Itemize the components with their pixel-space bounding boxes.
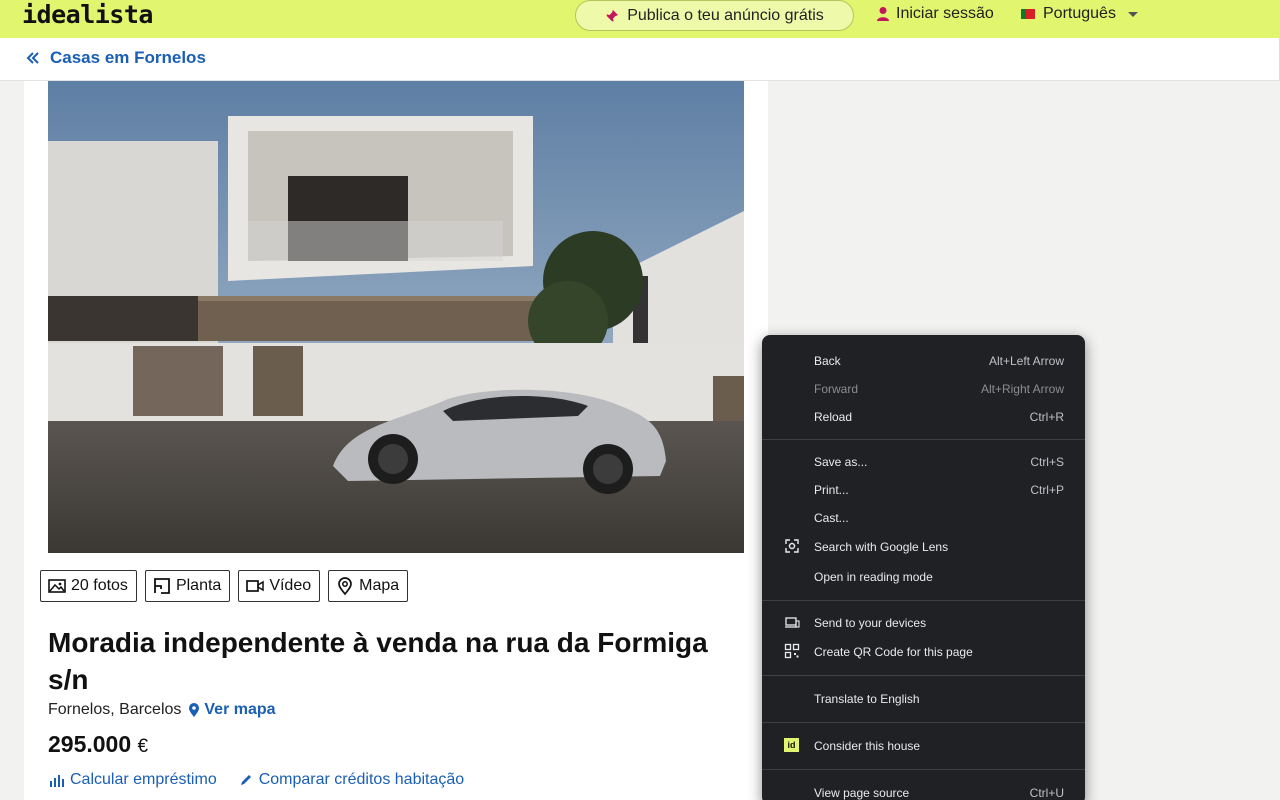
compare-credits-label: Comparar créditos habitação <box>258 771 465 788</box>
loan-calculator-label: Calcular empréstimo <box>70 771 217 788</box>
listing-title: Moradia independente à venda na rua da F… <box>48 627 708 695</box>
menu-item-cast[interactable]: Cast... <box>762 504 1085 532</box>
pencil-icon <box>240 775 251 785</box>
listing-location: Fornelos, Barcelos Ver mapa <box>48 701 276 719</box>
map-tab[interactable]: Mapa <box>328 570 409 602</box>
idealista-extension-icon: id <box>784 738 799 752</box>
menu-separator <box>762 722 1085 723</box>
floorplan-icon <box>154 578 170 594</box>
browser-context-menu: Back Alt+Left Arrow Forward Alt+Right Ar… <box>762 335 1085 800</box>
menu-item-reload[interactable]: Reload Ctrl+R <box>762 403 1085 431</box>
user-icon <box>877 7 889 21</box>
menu-item-translate[interactable]: Translate to English <box>762 684 1085 714</box>
login-button[interactable]: Iniciar sessão <box>876 5 994 23</box>
portugal-flag-icon <box>1021 9 1035 19</box>
double-chevron-left-icon <box>26 52 39 64</box>
top-navigation-bar: idealista Publica o teu anúncio grátis I… <box>0 0 1280 38</box>
menu-item-create-qr[interactable]: Create QR Code for this page <box>762 637 1085 667</box>
listing-price: 295.000 € <box>48 731 148 758</box>
loan-calculator-link[interactable]: Calcular empréstimo <box>48 771 217 789</box>
floorplan-tab[interactable]: Planta <box>144 570 231 602</box>
menu-item-back[interactable]: Back Alt+Left Arrow <box>762 347 1085 375</box>
location-text: Fornelos, Barcelos <box>48 701 182 718</box>
login-label: Iniciar sessão <box>896 5 994 22</box>
publish-ad-label: Publica o teu anúncio grátis <box>627 6 824 24</box>
floorplan-tab-label: Planta <box>175 577 222 594</box>
video-tab[interactable]: Vídeo <box>238 570 321 602</box>
video-tab-label: Vídeo <box>269 577 312 594</box>
menu-item-send-to-devices[interactable]: Send to your devices <box>762 609 1085 637</box>
photos-tab-label: 20 fotos <box>71 577 128 594</box>
price-currency: € <box>137 736 149 757</box>
language-selector[interactable]: Português <box>1021 5 1138 23</box>
menu-item-view-source[interactable]: View page source Ctrl+U <box>762 778 1085 800</box>
finance-links: Calcular empréstimo Comparar créditos ha… <box>48 771 464 789</box>
language-label: Português <box>1043 5 1116 22</box>
media-tabs: 20 fotos Planta Vídeo Mapa <box>40 570 409 602</box>
location-pin-icon <box>189 703 200 717</box>
view-map-link[interactable]: Ver mapa <box>187 701 276 719</box>
menu-separator <box>762 675 1085 676</box>
video-icon <box>246 580 265 592</box>
map-tab-label: Mapa <box>359 577 400 594</box>
menu-item-reading-mode[interactable]: Open in reading mode <box>762 562 1085 592</box>
qr-code-icon <box>784 643 800 659</box>
bar-chart-icon <box>50 775 64 787</box>
menu-item-forward: Forward Alt+Right Arrow <box>814 382 1064 396</box>
menu-item-consider-house[interactable]: id Consider this house <box>762 731 1085 761</box>
pushpin-icon <box>606 9 619 22</box>
breadcrumb-label: Casas em Fornelos <box>50 48 206 67</box>
menu-item-print[interactable]: Print... Ctrl+P <box>762 476 1085 504</box>
view-map-label: Ver mapa <box>204 701 276 718</box>
devices-icon <box>785 617 800 628</box>
chevron-down-icon <box>1127 11 1138 17</box>
google-lens-icon <box>785 539 799 553</box>
idealista-logo[interactable]: idealista <box>22 0 153 29</box>
map-pin-icon <box>338 577 352 596</box>
photo-icon <box>48 579 66 593</box>
publish-ad-button[interactable]: Publica o teu anúncio grátis <box>575 0 854 31</box>
photos-tab[interactable]: 20 fotos <box>40 570 137 602</box>
breadcrumb-back-link[interactable]: Casas em Fornelos <box>26 48 206 68</box>
menu-separator <box>762 769 1085 770</box>
menu-item-save-as[interactable]: Save as... Ctrl+S <box>762 448 1085 476</box>
menu-item-google-lens[interactable]: Search with Google Lens <box>762 532 1085 562</box>
listing-card: 20 fotos Planta Vídeo Mapa Moradia indep… <box>24 81 768 800</box>
listing-main-photo[interactable] <box>48 81 744 553</box>
compare-credits-link[interactable]: Comparar créditos habitação <box>239 771 464 789</box>
breadcrumb-bar: Casas em Fornelos <box>0 38 1280 81</box>
price-value: 295.000 <box>48 731 132 757</box>
menu-separator <box>762 600 1085 601</box>
menu-separator <box>762 439 1085 440</box>
